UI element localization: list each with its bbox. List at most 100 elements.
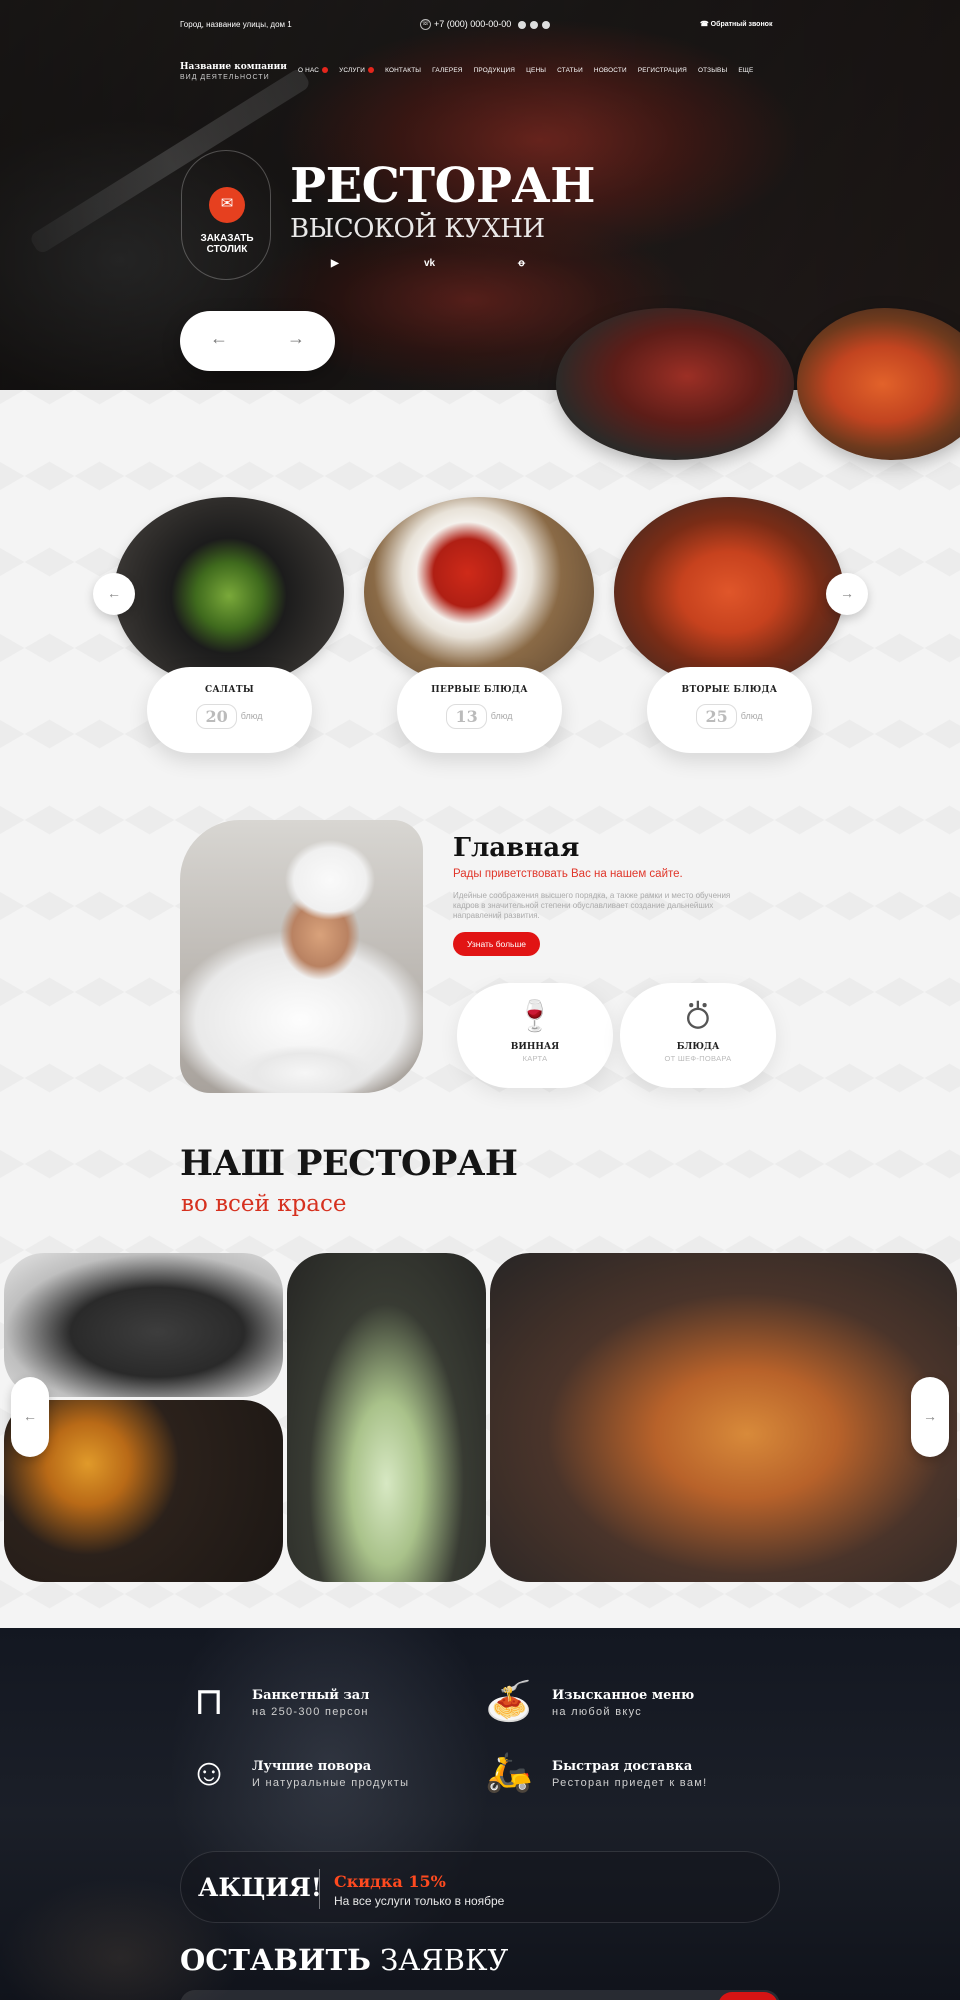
gallery-prev-arrow-icon[interactable]: ← [11,1377,49,1457]
whatsapp-icon[interactable] [529,20,538,29]
categories-next-arrow-icon[interactable]: → [826,573,868,615]
gallery-next-arrow-icon[interactable]: → [911,1377,949,1457]
category-title: САЛАТЫ [204,685,255,695]
arrow-left-icon[interactable]: ← [210,328,228,349]
advantage-title: Лучшие повора [252,1759,372,1774]
nav-item-contacts[interactable]: КОНТАКТЫ [385,67,421,74]
arrow-right-icon[interactable]: → [287,328,305,349]
promo-divider [319,1869,320,1909]
category-title: ВТОРЫЕ БЛЮДА [681,685,778,695]
learn-more-button[interactable]: Узнать больше [453,932,540,956]
feature-card-wine-list[interactable]: 🍷 ВИННАЯ КАРТА [457,983,613,1088]
advantage-title: Банкетный зал [252,1688,370,1703]
promo-label: АКЦИЯ! [198,1873,322,1902]
category-card-first-courses[interactable]: ПЕРВЫЕ БЛЮДА 13 блюд [397,667,562,753]
advantage-sub: на любой вкус [552,1706,643,1718]
gallery-subtitle: во всей красе [181,1191,347,1217]
advantage-title: Быстрая доставка [552,1759,693,1774]
phone-icon: ☏ [420,19,431,31]
wine-bottle-icon: 🍷 [516,1000,554,1033]
nav-item-services[interactable]: УСЛУГИ [339,67,375,74]
category-count-unit: блюд [240,710,263,721]
delivery-scooter-icon: 🛵 [485,1752,533,1794]
main-nav: О НАС УСЛУГИ КОНТАКТЫ ГАЛЕРЕЯ ПРОДУКЦИЯ … [298,67,754,74]
nav-item-prices[interactable]: ЦЕНЫ [526,67,546,74]
advantage-sub: на 250-300 персон [252,1706,369,1718]
request-title-rest: ЗАЯВКУ [380,1943,509,1977]
viber-icon[interactable] [541,20,550,29]
company-logo[interactable]: Название компании ВИД ДЕЯТЕЛЬНОСТИ [180,62,287,81]
address-text: Город, название улицы, дом 1 [180,20,292,29]
nav-item-news[interactable]: НОВОСТИ [594,67,627,74]
callback-label: Обратный звонок [710,21,773,28]
feature-title: БЛЮДА [676,1042,720,1052]
promo-discount: Скидка 15% [334,1872,446,1891]
nav-item-more[interactable]: ЕЩЕ [738,67,753,74]
gallery-photo-buffet[interactable] [4,1253,283,1397]
advantage-sub: И натуральные продукты [252,1777,410,1789]
telegram-icon[interactable] [517,20,526,29]
nav-item-label: О НАС [298,67,320,74]
phone-number[interactable]: +7 (000) 000-00-00 [434,19,511,29]
category-card-salads[interactable]: САЛАТЫ 20 блюд [147,667,312,753]
nav-item-gallery[interactable]: ГАЛЕРЕЯ [432,67,462,74]
mail-icon[interactable]: ✉ [209,187,245,223]
advantage-sub: Ресторан приедет к вам! [552,1777,708,1789]
chef-photo [180,820,423,1093]
request-input-field[interactable] [180,1990,780,2000]
hero-subtitle: ВЫСОКОЙ КУХНИ [290,214,545,244]
category-count: 13 блюд [397,704,562,729]
category-count: 25 блюд [647,704,812,729]
gallery-title: НАШ РЕСТОРАН [180,1143,518,1184]
nav-item-registration[interactable]: РЕГИСТРАЦИЯ [638,67,687,74]
about-text: Идейные соображения высшего порядка, а т… [453,891,731,920]
gallery-photo-wine-appetizer[interactable] [287,1253,486,1582]
topbar: Город, название улицы, дом 1 ☏ +7 (000) 0… [180,18,780,34]
hero-slider-controls: ← → [180,311,335,371]
category-count: 20 блюд [147,704,312,729]
order-table-button[interactable]: ЗАКАЗАТЬ СТОЛИК [190,233,264,255]
nav-item-articles[interactable]: СТАТЬИ [557,67,583,74]
dropdown-dot-icon [322,67,329,74]
chef-icon: ☺ [189,1752,229,1794]
callback-link[interactable]: ☎ Обратный звонок [700,20,772,28]
category-count-unit: блюд [490,710,513,721]
feature-sub: КАРТА [522,1054,548,1063]
categories-prev-arrow-icon[interactable]: ← [93,573,135,615]
nav-item-label: УСЛУГИ [339,67,366,74]
request-title: ОСТАВИТЬ ЗАЯВКУ [180,1943,508,1977]
gallery-photo-burgers[interactable] [490,1253,957,1582]
hero-title: РЕСТОРАН [290,158,595,214]
feature-sub: ОТ ШЕФ-ПОВАРА [664,1054,732,1063]
phone-block[interactable]: ☏ +7 (000) 000-00-00 [420,19,550,31]
dropdown-dot-icon [368,67,375,74]
promo-note: На все услуги только в ноябре [334,1894,505,1908]
category-image-salads[interactable] [114,497,344,687]
category-image-second-courses[interactable] [614,497,844,687]
nav-item-about[interactable]: О НАС [298,67,329,74]
nav-item-reviews[interactable]: ОТЗЫВЫ [698,67,727,74]
category-count-number: 25 [696,704,737,729]
banquet-table-icon: ⊓ [194,1681,224,1723]
handset-icon: ☎ [700,21,711,28]
hero-slide-steak[interactable] [556,308,794,460]
nav-item-products[interactable]: ПРОДУКЦИЯ [474,67,515,74]
pasta-plate-icon: 🍝 [485,1681,533,1723]
promo-banner: АКЦИЯ! Скидка 15% На все услуги только в… [180,1851,780,1923]
about-subtitle: Рады приветствовать Вас на нашем сайте. [453,868,683,880]
category-count-unit: блюд [740,710,763,721]
request-title-bold: ОСТАВИТЬ [180,1943,371,1977]
youtube-icon[interactable]: ▶ [331,258,339,269]
request-submit-button[interactable] [718,1992,778,2000]
category-count-number: 20 [196,704,237,729]
feature-title: ВИННАЯ [510,1042,560,1052]
category-title: ПЕРВЫЕ БЛЮДА [431,685,528,695]
feature-card-chef-dishes[interactable]: ⛣ БЛЮДА ОТ ШЕФ-ПОВАРА [620,983,776,1088]
category-card-second-courses[interactable]: ВТОРЫЕ БЛЮДА 25 блюд [647,667,812,753]
vk-icon[interactable]: vk [424,258,435,269]
company-kind: ВИД ДЕЯТЕЛЬНОСТИ [180,74,270,81]
odnoklassniki-icon[interactable]: ꝋ [518,258,525,269]
cloche-icon: ⛣ [683,1000,713,1033]
category-image-first-courses[interactable] [364,497,594,687]
company-name: Название компании [180,62,287,72]
